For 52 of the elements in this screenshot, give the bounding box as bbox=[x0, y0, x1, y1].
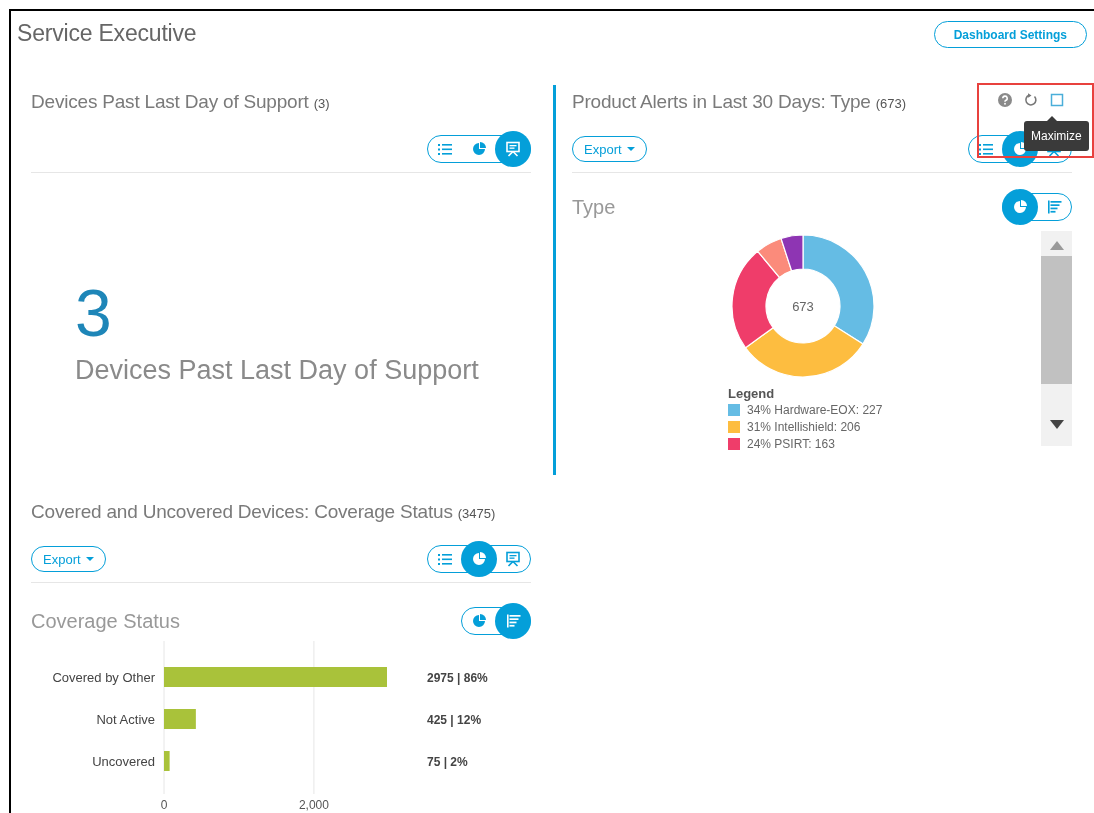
list-icon bbox=[978, 141, 994, 157]
bar bbox=[164, 709, 196, 729]
maximize-button[interactable] bbox=[1050, 93, 1064, 107]
scroll-down-icon bbox=[1049, 420, 1064, 429]
refresh-button[interactable] bbox=[1024, 93, 1038, 107]
panel-title: Devices Past Last Day of Support bbox=[31, 91, 309, 113]
pie-chart-icon bbox=[1012, 199, 1028, 215]
scrollbar-thumb[interactable] bbox=[1041, 256, 1072, 384]
help-icon bbox=[998, 93, 1012, 107]
legend-title: Legend bbox=[728, 386, 776, 401]
presentation-icon bbox=[505, 141, 521, 157]
bars-view-button[interactable] bbox=[495, 603, 531, 639]
bar bbox=[164, 751, 170, 771]
bar-chart-icon bbox=[1046, 199, 1062, 215]
list-icon bbox=[437, 551, 453, 567]
help-button[interactable] bbox=[998, 93, 1012, 107]
value-label: 2975 | 86% bbox=[427, 671, 488, 685]
caret-icon bbox=[626, 147, 635, 151]
maximize-icon bbox=[1050, 93, 1064, 107]
category-label: Uncovered bbox=[92, 754, 155, 769]
presentation-view-button[interactable] bbox=[495, 131, 531, 167]
category-label: Not Active bbox=[96, 712, 155, 727]
panel-count: (3) bbox=[313, 96, 330, 111]
refresh-icon bbox=[1024, 93, 1038, 107]
legend-label: 34% Hardware-EOX: 227 bbox=[747, 402, 883, 417]
pie-chart-icon bbox=[471, 141, 487, 157]
page-title: Service Executive bbox=[17, 20, 197, 47]
scroll-up-icon bbox=[1049, 241, 1064, 250]
bar-chart-icon bbox=[505, 613, 521, 629]
category-label: Covered by Other bbox=[52, 670, 155, 685]
axis-tick-label: 2,000 bbox=[298, 798, 329, 812]
presentation-icon bbox=[505, 551, 521, 567]
big-number-label: Devices Past Last Day of Support bbox=[75, 355, 479, 386]
panel-count: (673) bbox=[875, 96, 907, 111]
chart-title: Type bbox=[572, 195, 616, 219]
pie-chart-icon bbox=[471, 613, 487, 629]
caret-icon bbox=[85, 557, 94, 561]
list-icon bbox=[437, 141, 453, 157]
legend-label: 31% Intellishield: 206 bbox=[747, 419, 861, 434]
donut-center-label: 673 bbox=[792, 299, 814, 314]
value-label: 425 | 12% bbox=[427, 713, 482, 727]
pie-chart-icon bbox=[471, 551, 487, 567]
chart-title: Coverage Status bbox=[31, 609, 180, 633]
tooltip: Maximize bbox=[1024, 116, 1089, 151]
panel-title: Product Alerts in Last 30 Days: Type bbox=[572, 91, 871, 113]
axis-tick-label: 0 bbox=[160, 798, 168, 812]
big-number: 3 bbox=[75, 285, 112, 341]
scrollbar[interactable] bbox=[1041, 231, 1072, 446]
panel-count: (3475) bbox=[457, 506, 496, 521]
legend-label: 24% PSIRT: 163 bbox=[747, 436, 835, 451]
panel-title: Covered and Uncovered Devices: Coverage Status bbox=[31, 501, 453, 523]
value-label: 75 | 2% bbox=[427, 755, 468, 769]
